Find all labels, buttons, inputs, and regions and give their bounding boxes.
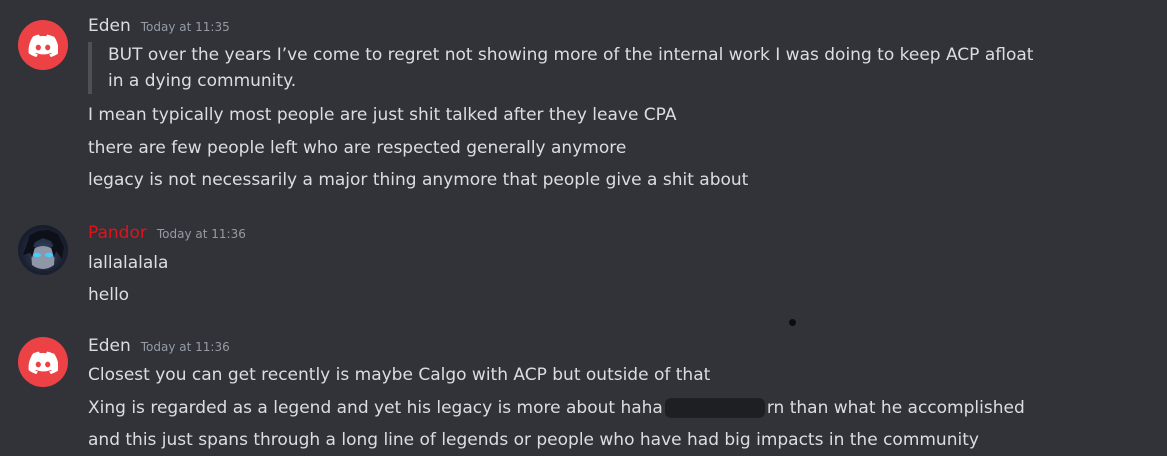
- message-header: Pandor Today at 11:36: [88, 223, 246, 243]
- message-text: Xing is regarded as a legend and yet his…: [88, 397, 1025, 419]
- redaction-block: [664, 398, 765, 418]
- message-text: Closest you can get recently is maybe Ca…: [88, 365, 711, 385]
- user-avatar[interactable]: [18, 225, 68, 275]
- timestamp[interactable]: Today at 11:35: [141, 20, 230, 34]
- message-header: Eden Today at 11:35: [88, 16, 230, 36]
- discord-logo-icon[interactable]: [18, 20, 68, 70]
- message-text-part: rn than what he accomplished: [766, 398, 1025, 418]
- message-text: I mean typically most people are just sh…: [88, 105, 677, 125]
- message-text: there are few people left who are respec…: [88, 138, 627, 158]
- message-text: legacy is not necessarily a major thing …: [88, 170, 749, 190]
- message-text: hello: [88, 285, 130, 305]
- username[interactable]: Eden: [88, 16, 131, 36]
- chat-message-list: Eden Today at 11:35 BUT over the years I…: [0, 0, 1167, 456]
- block-quote: BUT over the years I’ve come to regret n…: [88, 42, 1068, 94]
- discord-logo-icon[interactable]: [18, 337, 68, 387]
- username[interactable]: Pandor: [88, 223, 147, 243]
- message-text: and this just spans through a long line …: [88, 430, 979, 450]
- quote-line: in a dying community.: [108, 71, 297, 91]
- message-text-part: Xing is regarded as a legend and yet his…: [88, 398, 663, 418]
- cursor-dot: [789, 319, 796, 326]
- timestamp[interactable]: Today at 11:36: [141, 340, 230, 354]
- quote-line: BUT over the years I’ve come to regret n…: [108, 45, 1034, 65]
- timestamp[interactable]: Today at 11:36: [157, 227, 246, 241]
- anime-character-avatar-icon: [18, 230, 68, 275]
- message-header: Eden Today at 11:36: [88, 336, 230, 356]
- message-text: lallalalala: [88, 253, 169, 273]
- username[interactable]: Eden: [88, 336, 131, 356]
